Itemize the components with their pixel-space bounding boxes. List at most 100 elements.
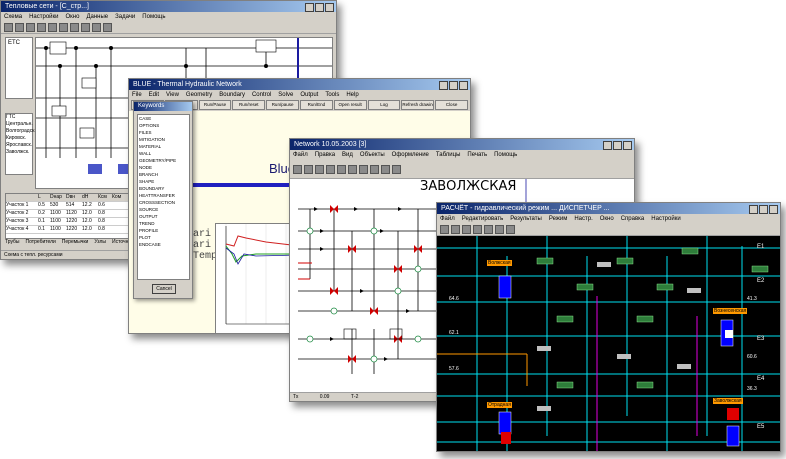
- paste-icon[interactable]: [337, 164, 346, 174]
- save-icon[interactable]: [451, 225, 460, 234]
- menu-item[interactable]: Настройки: [29, 14, 58, 20]
- keyword-item[interactable]: NODE: [139, 164, 189, 171]
- keyword-item[interactable]: CROSSSECTION: [139, 199, 189, 206]
- menu-item[interactable]: Окно: [600, 216, 614, 222]
- close-button[interactable]: [623, 141, 632, 150]
- pipe-tool-icon[interactable]: [392, 164, 401, 174]
- menu-item[interactable]: Редактировать: [462, 216, 503, 222]
- zoom-out-icon[interactable]: [370, 164, 379, 174]
- menu-item[interactable]: Solve: [278, 92, 293, 98]
- menu-item[interactable]: Таблицы: [436, 152, 461, 158]
- maximize-button[interactable]: [449, 81, 458, 90]
- menu-item[interactable]: Output: [300, 92, 318, 98]
- menu-item[interactable]: Help: [346, 92, 358, 98]
- tab-pipes[interactable]: Трубы: [5, 239, 20, 245]
- toolbar-button[interactable]: Log: [367, 100, 401, 110]
- toolbar-button[interactable]: Run/reset: [232, 100, 266, 110]
- list-item[interactable]: Волгоградск.: [6, 128, 36, 135]
- copy-icon[interactable]: [326, 164, 335, 174]
- close-button[interactable]: [459, 81, 468, 90]
- menu-item[interactable]: Схема: [4, 14, 22, 20]
- menu-item[interactable]: Помощь: [494, 152, 517, 158]
- list-item[interactable]: Заволжск.: [6, 149, 32, 156]
- menu-item[interactable]: Объекты: [360, 152, 385, 158]
- menu-item[interactable]: Режим: [549, 216, 568, 222]
- tab-nodes[interactable]: Узлы: [94, 239, 106, 245]
- table-row[interactable]: Участок 1 0.5 530 514 12.2 0.6: [6, 202, 132, 210]
- menu-item[interactable]: Правка: [315, 152, 335, 158]
- select-icon[interactable]: [381, 164, 390, 174]
- menu-item[interactable]: Boundary: [219, 92, 245, 98]
- maximize-button[interactable]: [759, 205, 768, 214]
- menu-item[interactable]: Вид: [342, 152, 353, 158]
- pump-icon[interactable]: [103, 23, 112, 32]
- table-row[interactable]: Участок 4 0.1 1100 1220 12.0 0.8: [6, 226, 132, 234]
- keyword-item[interactable]: WALL: [139, 150, 189, 157]
- cancel-button[interactable]: Cancel: [152, 284, 176, 294]
- keyword-item[interactable]: HEATTRANSFER: [139, 192, 189, 199]
- keyword-item[interactable]: MATERIAL: [139, 143, 189, 150]
- table-row[interactable]: Участок 2 0.2 1100 1120 12.0 0.8: [6, 210, 132, 218]
- minimize-button[interactable]: [439, 81, 448, 90]
- menu-item[interactable]: Geometry: [186, 92, 212, 98]
- menu-item[interactable]: Edit: [149, 92, 159, 98]
- zoom-out-icon[interactable]: [48, 23, 57, 32]
- menu-item[interactable]: Данные: [86, 14, 108, 20]
- keyword-item[interactable]: ENDCASE: [139, 241, 189, 248]
- refresh-icon[interactable]: [495, 225, 504, 234]
- close-button[interactable]: [325, 3, 334, 12]
- maximize-button[interactable]: [315, 3, 324, 12]
- menu-item[interactable]: Помощь: [142, 14, 165, 20]
- toolbar-button[interactable]: Open result: [333, 100, 367, 110]
- list-item[interactable]: ГТС: [6, 114, 32, 121]
- list-item[interactable]: Ярославск.: [6, 142, 32, 149]
- cut-icon[interactable]: [315, 164, 324, 174]
- maximize-button[interactable]: [613, 141, 622, 150]
- menu-item[interactable]: Результаты: [510, 216, 542, 222]
- minimize-button[interactable]: [305, 3, 314, 12]
- menu-item[interactable]: Файл: [440, 216, 455, 222]
- valve-icon[interactable]: [92, 23, 101, 32]
- toolbar-button[interactable]: Close: [435, 100, 468, 110]
- calc-icon[interactable]: [462, 225, 471, 234]
- tab-jumpers[interactable]: Перемычки: [62, 239, 89, 245]
- keyword-item[interactable]: BRANCH: [139, 171, 189, 178]
- menu-item[interactable]: Файл: [293, 152, 308, 158]
- list-item[interactable]: Центральн.: [6, 121, 33, 128]
- keyword-item[interactable]: OPTIONS: [139, 122, 189, 129]
- zoom-in-icon[interactable]: [359, 164, 368, 174]
- undo-icon[interactable]: [348, 164, 357, 174]
- menu-item[interactable]: Настр.: [574, 216, 592, 222]
- tree-root[interactable]: ЕТС: [8, 40, 20, 46]
- keyword-item[interactable]: MITIGATION: [139, 136, 189, 143]
- save-icon[interactable]: [304, 164, 313, 174]
- table-row[interactable]: Участок 3 0.1 1100 1220 12.0 0.8: [6, 218, 132, 226]
- keyword-item[interactable]: PROFILE: [139, 227, 189, 234]
- menu-item[interactable]: Tools: [325, 92, 339, 98]
- menu-item[interactable]: Оформление: [392, 152, 429, 158]
- toolbar-button[interactable]: Run/End: [299, 100, 333, 110]
- save-icon[interactable]: [15, 23, 24, 32]
- zoom-out-icon[interactable]: [484, 225, 493, 234]
- open-icon[interactable]: [293, 164, 302, 174]
- toolbar-button[interactable]: Refresh drawing: [401, 100, 435, 110]
- line-icon[interactable]: [70, 23, 79, 32]
- layers-icon[interactable]: [506, 225, 515, 234]
- menu-item[interactable]: View: [166, 92, 179, 98]
- keyword-item[interactable]: CASE: [139, 115, 189, 122]
- keyword-item[interactable]: BOUNDARY: [139, 185, 189, 192]
- pointer-icon[interactable]: [59, 23, 68, 32]
- keyword-item[interactable]: SHAPE: [139, 178, 189, 185]
- menu-item[interactable]: Настройки: [651, 216, 680, 222]
- open-icon[interactable]: [4, 23, 13, 32]
- keyword-item[interactable]: SOURCE: [139, 206, 189, 213]
- open-icon[interactable]: [440, 225, 449, 234]
- menu-item[interactable]: Задачи: [115, 14, 135, 20]
- print-icon[interactable]: [26, 23, 35, 32]
- toolbar-button[interactable]: Run/Pause: [198, 100, 232, 110]
- minimize-button[interactable]: [749, 205, 758, 214]
- close-button[interactable]: [769, 205, 778, 214]
- node-icon[interactable]: [81, 23, 90, 32]
- menu-item[interactable]: Окно: [66, 14, 80, 20]
- list-item[interactable]: Кировск.: [6, 135, 32, 142]
